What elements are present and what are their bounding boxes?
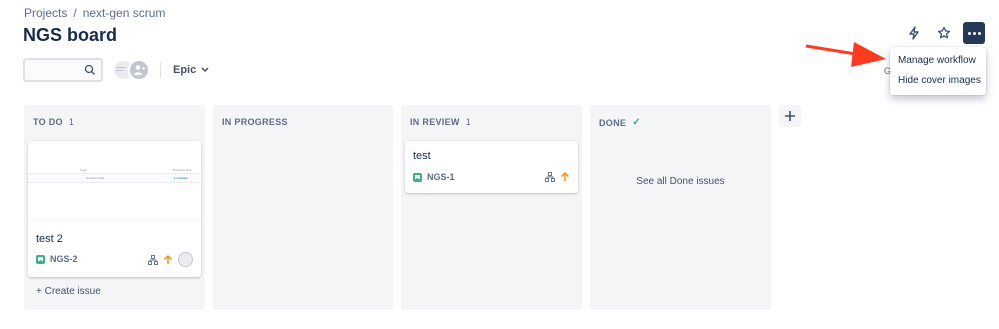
story-icon (413, 172, 422, 182)
breadcrumb-separator: / (73, 6, 77, 20)
menu-item-hide-cover-images[interactable]: Hide cover images (890, 71, 986, 91)
story-icon (36, 254, 45, 264)
cover-text: Type (80, 168, 87, 172)
assignee-avatar[interactable] (178, 252, 193, 267)
column-count: 1 (68, 117, 75, 127)
card-meta (545, 172, 570, 182)
search-icon (84, 64, 95, 75)
star-button[interactable] (933, 22, 955, 44)
breadcrumb: Projects / next-gen scrum (24, 6, 165, 20)
people-icon (134, 65, 145, 75)
add-column-button[interactable] (779, 105, 801, 127)
issue-key: NGS-1 (427, 172, 455, 182)
column-title: TO DO (33, 117, 63, 127)
add-people-avatar[interactable] (128, 59, 150, 81)
column-header: DONE ✓ (599, 117, 641, 128)
column-header: IN REVIEW 1 (410, 117, 471, 127)
column-count: 1 (465, 117, 472, 127)
plus-icon (785, 111, 795, 121)
more-actions-menu: Manage workflow Hide cover images (890, 47, 986, 95)
avatar-filter-group (112, 59, 150, 81)
cover-text: Number Field (86, 176, 105, 180)
card-title: test (413, 150, 431, 162)
child-issues-icon (148, 254, 158, 265)
red-arrow-annotation (805, 42, 886, 67)
group-by-label[interactable]: G (884, 66, 891, 76)
epic-filter-button[interactable]: Epic (173, 64, 209, 76)
star-icon (937, 26, 951, 39)
card-title: test 2 (36, 233, 63, 245)
column-title: IN REVIEW (410, 117, 460, 127)
issue-key: NGS-2 (50, 254, 78, 264)
priority-high-icon (164, 254, 172, 264)
lightning-icon (909, 26, 919, 40)
search-input[interactable] (23, 58, 103, 82)
page-title: NGS board (23, 25, 118, 45)
issue-card[interactable]: Type Business and contacts Number Field … (28, 141, 201, 277)
more-actions-button[interactable] (963, 22, 985, 44)
board-filters: Epic (23, 58, 209, 82)
column-done: DONE ✓ See all Done issues (590, 105, 771, 310)
chevron-down-icon (201, 67, 209, 73)
column-title: IN PROGRESS (222, 117, 288, 127)
top-actions (903, 22, 985, 44)
priority-high-icon (561, 172, 569, 181)
automation-button[interactable] (903, 22, 925, 44)
column-title: DONE (599, 117, 627, 128)
column-todo: TO DO 1 Type Business and contacts Numbe… (24, 105, 205, 310)
column-in-review: IN REVIEW 1 test NGS-1 (401, 105, 582, 310)
create-issue-button[interactable]: + Create issue (36, 286, 101, 297)
breadcrumb-project[interactable]: next-gen scrum (83, 6, 166, 20)
column-in-progress: IN PROGRESS (213, 105, 393, 310)
check-icon: ✓ (632, 117, 641, 128)
cover-table-row: Number Field 1 contacts (28, 173, 201, 183)
see-all-done-link[interactable]: See all Done issues (590, 176, 771, 187)
cover-text: 1 contacts (174, 176, 188, 180)
epic-filter-label: Epic (173, 64, 197, 76)
card-key[interactable]: NGS-1 (413, 172, 455, 182)
card-meta (148, 252, 193, 267)
breadcrumb-projects[interactable]: Projects (24, 6, 67, 20)
more-icon (967, 31, 981, 35)
card-cover-image: Type Business and contacts Number Field … (28, 141, 201, 221)
column-header: IN PROGRESS (222, 117, 288, 127)
column-header: TO DO 1 (33, 117, 74, 127)
issue-card[interactable]: test NGS-1 (405, 141, 578, 193)
child-issues-icon (545, 172, 555, 182)
filter-divider (160, 62, 161, 78)
menu-item-manage-workflow[interactable]: Manage workflow (890, 51, 986, 71)
card-key[interactable]: NGS-2 (36, 254, 78, 264)
